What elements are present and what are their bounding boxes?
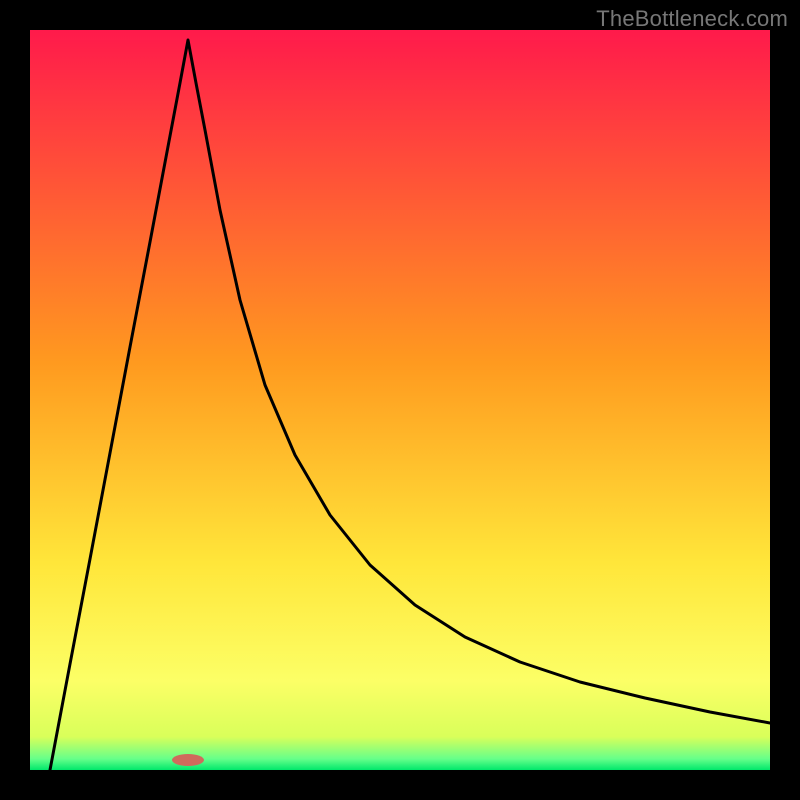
chart-plot bbox=[30, 30, 770, 770]
chart-frame bbox=[30, 30, 770, 770]
watermark-text: TheBottleneck.com bbox=[596, 6, 788, 32]
gradient-background bbox=[30, 30, 770, 770]
minimum-marker bbox=[172, 754, 204, 766]
